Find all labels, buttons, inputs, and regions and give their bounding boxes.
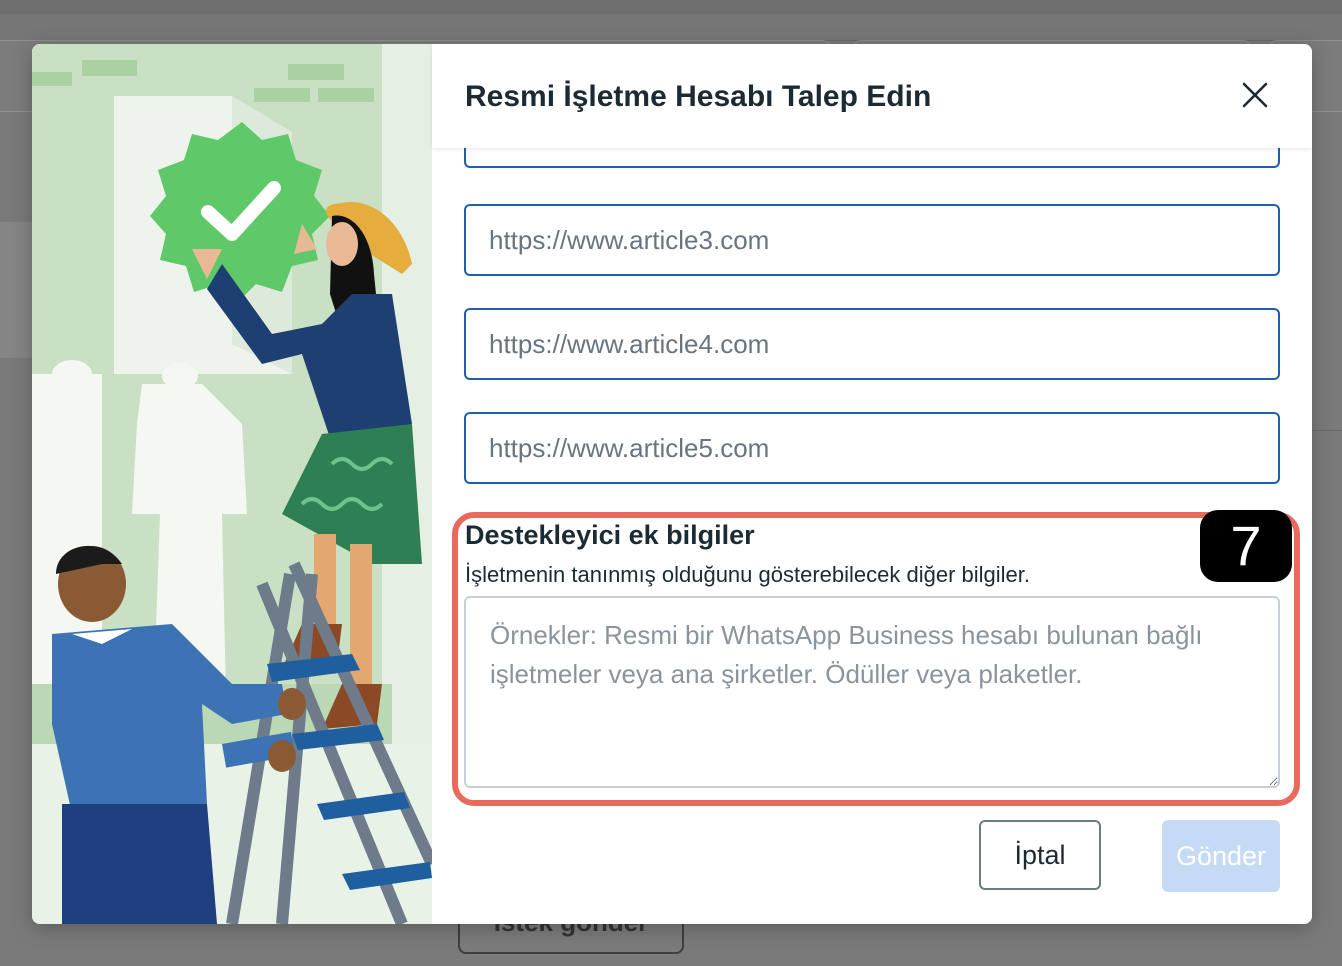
- illustration-artwork: [32, 44, 432, 924]
- background-contact-card: [0, 222, 32, 358]
- official-business-account-modal: Resmi İşletme Hesabı Talep Edin Destekle…: [32, 44, 1312, 924]
- supporting-info-textarea[interactable]: [464, 596, 1280, 788]
- close-icon: [1242, 82, 1268, 108]
- supporting-info-help: İşletmenin tanınmış olduğunu gösterebile…: [465, 562, 1030, 587]
- verification-illustration: [32, 44, 432, 924]
- article-url-input-2[interactable]: [464, 148, 1280, 168]
- cancel-button[interactable]: İptal: [979, 820, 1101, 890]
- article-url-input-3[interactable]: [464, 204, 1280, 276]
- close-button[interactable]: [1238, 78, 1272, 112]
- background-right-panel: [1312, 300, 1342, 431]
- supporting-info-label: Destekleyici ek bilgiler: [465, 520, 755, 550]
- submit-button[interactable]: Gönder: [1162, 820, 1280, 892]
- article-url-input-5[interactable]: [464, 412, 1280, 484]
- modal-content: Resmi İşletme Hesabı Talep Edin Destekle…: [432, 44, 1312, 924]
- article-url-input-4[interactable]: [464, 308, 1280, 380]
- modal-header: Resmi İşletme Hesabı Talep Edin: [432, 44, 1312, 148]
- background-toolbar: [0, 14, 1342, 41]
- modal-title: Resmi İşletme Hesabı Talep Edin: [465, 80, 932, 113]
- step-number-badge: 7: [1200, 510, 1292, 582]
- background-topbar: [0, 0, 1342, 14]
- form-scroll-area[interactable]: Destekleyici ek bilgiler İşletmenin tanı…: [432, 148, 1312, 808]
